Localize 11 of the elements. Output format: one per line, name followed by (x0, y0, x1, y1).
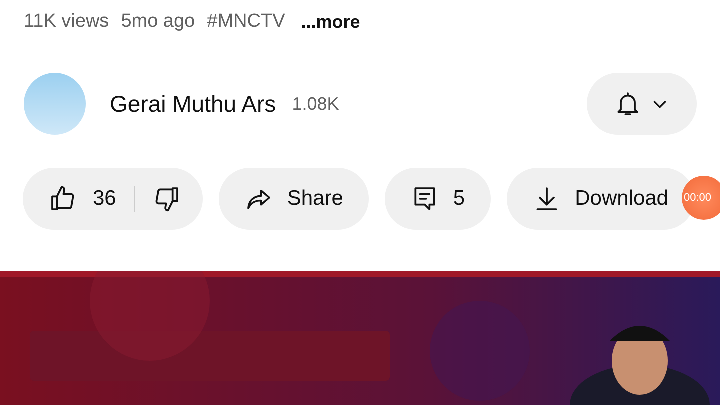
like-button[interactable]: 36 (23, 168, 134, 230)
thumbs-down-icon (153, 185, 182, 213)
hashtag-link[interactable]: #MNCTV (207, 11, 286, 33)
share-button[interactable]: Share (219, 168, 370, 230)
subscriber-count: 1.08K (292, 94, 340, 114)
thumbs-up-icon (49, 185, 77, 213)
channel-name[interactable]: Gerai Muthu Ars (110, 90, 276, 118)
more-link[interactable]: ...more (301, 12, 360, 32)
upload-age: 5mo ago (121, 11, 196, 33)
view-count: 11K views (24, 11, 110, 33)
comments-button[interactable]: 5 (385, 168, 492, 230)
